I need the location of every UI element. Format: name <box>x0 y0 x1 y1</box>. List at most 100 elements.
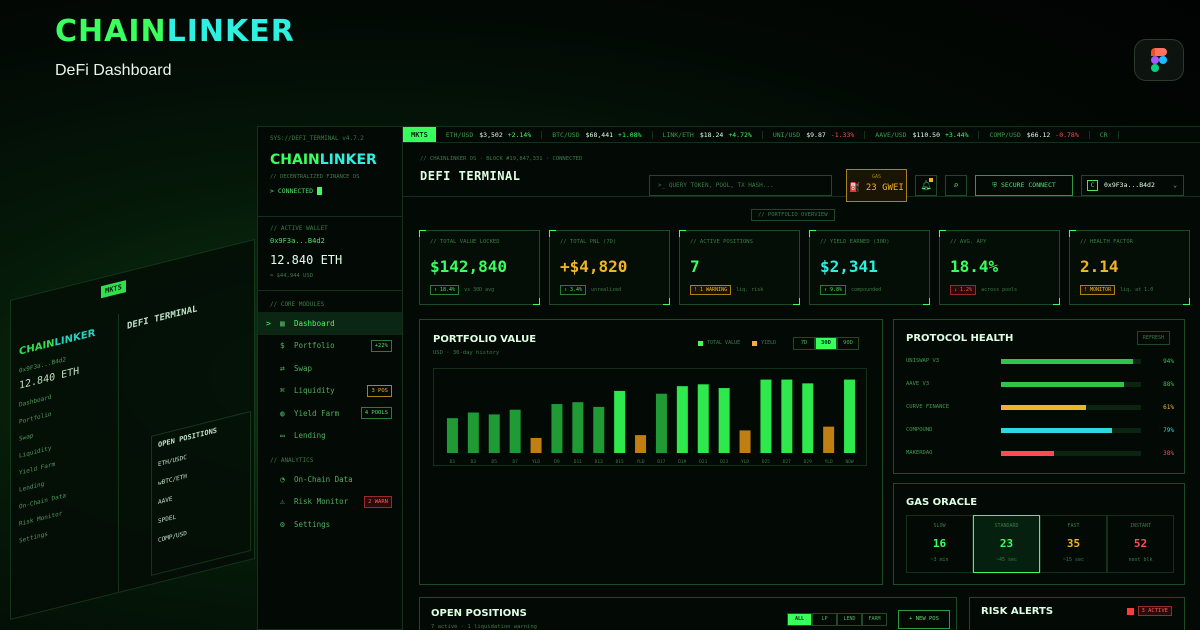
value-bar[interactable] <box>614 390 626 453</box>
gas-tier-time: ~45 sec <box>995 557 1018 563</box>
gas-tier-slow[interactable]: SLOW 16 ~3 min <box>906 515 973 573</box>
notification-dot <box>929 178 933 182</box>
value-bar[interactable] <box>760 379 772 453</box>
filter-farm[interactable]: FARM <box>862 613 887 626</box>
protocol-health-pct: 88% <box>1163 380 1174 388</box>
sidebar-item-lending[interactable]: ▭ Lending <box>258 425 402 448</box>
sidebar-item-label: Dashboard <box>294 318 335 328</box>
wallet-address[interactable]: 0x9F3a...B4d2 <box>270 237 390 245</box>
ticker-item[interactable]: AAVE/USD $110.50 +3.44% <box>865 130 980 139</box>
filter-lend[interactable]: LEND <box>837 613 862 626</box>
x-tick-label: D9 <box>554 459 560 465</box>
value-bar[interactable] <box>697 384 709 453</box>
sidebar-logo[interactable]: CHAINLINKER <box>270 152 390 168</box>
gas-oracle-title: GAS ORACLE <box>906 497 978 508</box>
swap-icon: ⇄ <box>280 363 285 373</box>
ticker-item[interactable]: BTC/USD $68,441 +1.08% <box>542 130 653 139</box>
protocol-health-bar <box>1001 381 1141 387</box>
legend-yield: YIELD <box>761 340 777 346</box>
x-tick-label: D27 <box>783 459 791 465</box>
sidebar-item-risk-monitor[interactable]: ⚠ Risk Monitor 2 WARN <box>258 491 402 514</box>
value-bar[interactable] <box>676 386 688 453</box>
figma-icon[interactable] <box>1134 39 1184 81</box>
gas-indicator[interactable]: GAS ⛽ 23 GWEI <box>846 169 907 202</box>
value-bar[interactable] <box>509 409 521 453</box>
value-bar[interactable] <box>781 379 793 453</box>
filter-all[interactable]: ALL <box>787 613 812 626</box>
risk-alerts-badge: 3 ACTIVE <box>1126 606 1172 616</box>
wallet-dropdown[interactable]: C 0x9F3a...B4d2 ⌄ <box>1081 175 1184 196</box>
range-30d[interactable]: 30D <box>815 337 837 350</box>
value-bar[interactable] <box>572 402 584 453</box>
gas-tier-time: next blk <box>1128 557 1153 563</box>
ticker-item[interactable]: UNI/USD $9.87 -1.33% <box>763 130 866 139</box>
cursor-block-icon <box>316 187 322 195</box>
lending-icon: ▭ <box>280 431 285 441</box>
sidebar-item-on-chain-data[interactable]: ◔ On-Chain Data <box>258 468 402 491</box>
x-tick-label: D15 <box>616 459 624 465</box>
yield-bar[interactable] <box>823 426 835 453</box>
value-bar[interactable] <box>802 383 814 453</box>
sidebar: SYS://DEFI_TERMINAL v4.7.2 CHAINLINKER /… <box>257 126 403 630</box>
sidebar-item-label: Risk Monitor <box>294 497 349 507</box>
legend-yield-swatch <box>752 340 758 346</box>
sidebar-item-dashboard[interactable]: > ▦ Dashboard <box>258 312 402 335</box>
x-tick-label: D19 <box>678 459 686 465</box>
yield-bar[interactable] <box>739 430 751 453</box>
secure-connect-button[interactable]: ⛨ SECURE CONNECT <box>975 175 1073 196</box>
value-bar[interactable] <box>655 393 667 453</box>
search-input[interactable]: >_ QUERY TOKEN, POOL, TX HASH... <box>649 175 832 196</box>
protocol-health-bar <box>1001 358 1141 364</box>
preview-title: DEFI TERMINAL <box>127 304 198 332</box>
ticker-item[interactable]: LINK/ETH $18.24 +4.72% <box>653 130 763 139</box>
ticker-pair: LINK/ETH <box>662 130 694 139</box>
refresh-button[interactable]: REFRESH <box>1136 331 1170 345</box>
stat-change-chip: ↓ 1.2% <box>950 285 977 295</box>
gear-icon: ⚙ <box>280 519 285 529</box>
yield-bar[interactable] <box>635 435 647 453</box>
ticker-item[interactable]: ETH/USD $3,502 +2.14% <box>436 130 543 139</box>
protocol-name: CURVE FINANCE <box>906 404 950 410</box>
value-bar[interactable] <box>718 388 730 453</box>
wallet-dropdown-address: 0x9F3a...B4d2 <box>1104 181 1155 189</box>
gas-tier-value: 52 <box>1133 537 1148 550</box>
protocol-row-curve-finance: CURVE FINANCE 61% <box>906 402 1174 412</box>
gas-tier-fast[interactable]: FAST 35 ~15 sec <box>1040 515 1107 573</box>
gas-tier-instant[interactable]: INSTANT 52 next blk <box>1107 515 1174 573</box>
gas-tier-standard[interactable]: STANDARD 23 ~45 sec <box>973 515 1040 573</box>
sidebar-item-swap[interactable]: ⇄ Swap <box>258 357 402 380</box>
x-tick-label: D7 <box>512 459 518 465</box>
preview-card: OPEN POSITIONS ETH/USDC wBTC/ETH AAVE SPDEL… <box>151 410 251 576</box>
yield-bar[interactable] <box>530 437 542 453</box>
gas-tier-label: SLOW <box>933 523 946 529</box>
open-positions-card: OPEN POSITIONS 7 active · 1 liquidation … <box>419 597 957 630</box>
range-90d[interactable]: 90D <box>837 337 859 350</box>
value-bar[interactable] <box>446 418 458 453</box>
sidebar-item-yield-farm[interactable]: ◍ Yield Farm 4 POOLS <box>258 402 402 425</box>
x-tick-label: D1 <box>450 459 456 465</box>
ticker-item[interactable]: COMP/USD $66.12 -0.78% <box>979 130 1090 139</box>
protocol-health-title: PROTOCOL HEALTH <box>906 333 1014 344</box>
ticker-pair: COMP/USD <box>989 130 1021 139</box>
search-icon[interactable]: ⌕ <box>945 175 967 196</box>
sidebar-path: SYS://DEFI_TERMINAL v4.7.2 <box>270 135 364 142</box>
gas-tier-label: INSTANT <box>1129 523 1152 529</box>
wallet-label: // ACTIVE WALLET <box>270 225 328 232</box>
sidebar-item-label: On-Chain Data <box>294 474 353 484</box>
sidebar-item-settings[interactable]: ⚙ Settings <box>258 513 402 536</box>
value-bar[interactable] <box>488 414 500 453</box>
new-position-button[interactable]: + NEW POS <box>898 610 950 629</box>
value-bar[interactable] <box>593 406 605 453</box>
filter-lp[interactable]: LP <box>812 613 837 626</box>
range-7d[interactable]: 7D <box>793 337 815 350</box>
stat-note: compounded <box>851 287 882 293</box>
protocol-name: MAKERDAO <box>906 450 933 456</box>
sidebar-item-portfolio[interactable]: $ Portfolio +22% <box>258 335 402 358</box>
value-bar[interactable] <box>467 412 479 453</box>
notification-bell-icon[interactable]: 🔔︎ <box>915 175 937 196</box>
value-bar[interactable] <box>551 404 563 453</box>
ticker-item[interactable]: CR <box>1090 130 1119 139</box>
chart-icon: ◔ <box>280 474 285 484</box>
value-bar[interactable] <box>844 379 856 453</box>
sidebar-item-liquidity[interactable]: ⌘ Liquidity 3 POS <box>258 380 402 403</box>
